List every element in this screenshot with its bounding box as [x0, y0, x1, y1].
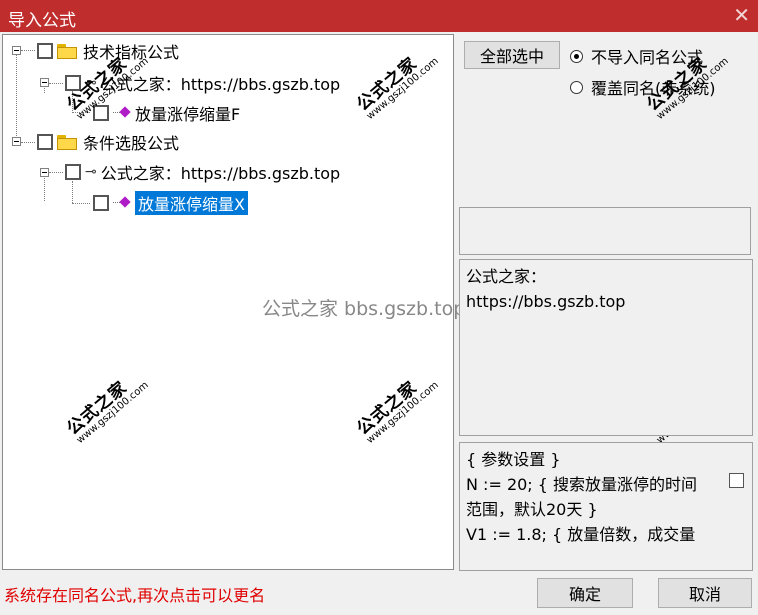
node-checkbox[interactable]: [65, 164, 81, 180]
watermark-center-text: 公式之家 bbs.gszb.top: [262, 298, 466, 320]
params-line: 范围，默认20天 }: [466, 500, 598, 519]
ok-button[interactable]: 确定: [537, 578, 633, 608]
tree-node-screening-formulas[interactable]: 条件选股公式: [37, 130, 179, 154]
params-checkbox[interactable]: [729, 473, 744, 488]
tree-node-formula-f[interactable]: 放量涨停缩量F: [93, 101, 240, 125]
cancel-button[interactable]: 取消: [658, 578, 752, 608]
select-all-button[interactable]: 全部选中: [464, 41, 560, 69]
radio-button-icon[interactable]: [570, 49, 583, 63]
description-line: https://bbs.gszb.top: [466, 292, 626, 311]
collapse-toggle-icon[interactable]: [12, 137, 21, 146]
tree-line: [49, 172, 63, 173]
tree-line: [49, 83, 63, 84]
description-panel: 公式之家： https://bbs.gszb.top: [459, 259, 753, 436]
tree-line: [16, 50, 17, 140]
params-line: { 参数设置 }: [466, 450, 561, 469]
node-label: 条件选股公式: [83, 134, 180, 153]
params-line: V1 := 1.8; { 放量倍数，成交量: [466, 525, 696, 544]
tree-line: [44, 175, 45, 201]
node-checkbox[interactable]: [37, 43, 53, 59]
collapse-toggle-icon[interactable]: [40, 168, 49, 177]
collapse-toggle-icon[interactable]: [12, 46, 21, 55]
key-icon: ⊸: [85, 164, 97, 180]
radio-button-icon[interactable]: [570, 80, 583, 94]
tree-node-formula-x[interactable]: 放量涨停缩量X: [93, 191, 248, 215]
radio-label: 覆盖同名(非系统): [591, 79, 716, 98]
node-checkbox[interactable]: [93, 195, 109, 211]
formula-gem-icon: [113, 196, 131, 210]
params-panel: { 参数设置 } N := 20; { 搜索放量涨停的时间 范围，默认20天 }…: [459, 442, 753, 571]
radio-label: 不导入同名公式: [591, 48, 704, 67]
title-bar: 导入公式 ✕: [0, 0, 758, 32]
tree-line: [21, 50, 35, 51]
radio-overwrite-duplicates[interactable]: 覆盖同名(非系统): [570, 75, 716, 99]
tree-node-author-group[interactable]: ⊸ 公式之家：https://bbs.gszb.top: [65, 160, 340, 184]
formula-gem-icon: [113, 106, 131, 120]
tree-line: [72, 203, 90, 204]
radio-skip-duplicates[interactable]: 不导入同名公式: [570, 44, 703, 68]
name-field-panel[interactable]: [459, 207, 751, 255]
tree-line: [72, 181, 73, 203]
node-label: 放量涨停缩量F: [135, 105, 241, 124]
status-message: 系统存在同名公式,再次点击可以更名: [4, 586, 266, 605]
folder-icon: [57, 134, 77, 150]
node-checkbox[interactable]: [37, 134, 53, 150]
tree-line: [21, 142, 35, 143]
node-label: 公式之家：https://bbs.gszb.top: [100, 164, 341, 183]
close-icon[interactable]: ✕: [733, 3, 750, 27]
params-line: N := 20; { 搜索放量涨停的时间: [466, 475, 698, 494]
folder-icon: [57, 43, 77, 59]
window-title: 导入公式: [8, 11, 76, 31]
node-label-selected: 放量涨停缩量X: [135, 191, 248, 215]
collapse-toggle-icon[interactable]: [40, 78, 49, 87]
description-line: 公式之家：: [466, 267, 547, 286]
